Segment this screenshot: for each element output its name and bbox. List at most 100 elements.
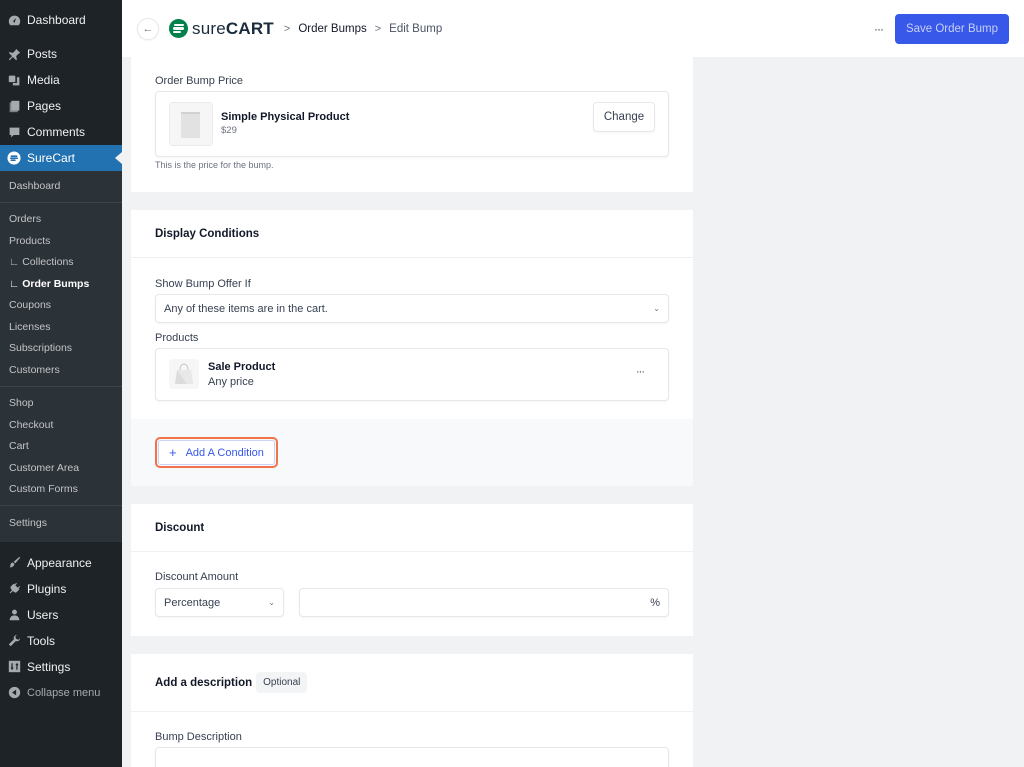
settings-icon	[7, 660, 21, 674]
sidebar-item-posts[interactable]: Posts	[0, 41, 122, 67]
collapse-menu-button[interactable]: Collapse menu	[0, 680, 122, 706]
sidebar-item-label: Media	[27, 73, 60, 87]
order-bump-price-label: Order Bump Price	[155, 75, 244, 87]
sidebar-item-users[interactable]: Users	[0, 602, 122, 628]
logo-text: sureCART	[192, 18, 274, 38]
products-label: Products	[155, 332, 199, 344]
submenu-divider	[0, 201, 122, 203]
bump-description-input[interactable]	[155, 747, 669, 767]
product-price: $29	[221, 125, 237, 136]
discount-amount-input[interactable]: %	[299, 588, 669, 617]
discount-title: Discount	[131, 504, 693, 552]
discount-type-value: Percentage	[164, 596, 221, 609]
sidebar-item-label: Appearance	[27, 555, 92, 570]
submenu-dashboard[interactable]: Dashboard	[0, 175, 122, 197]
discount-card: Discount Discount Amount Percentage ⌄ %	[131, 504, 693, 636]
product-list-item: Sale Product Any price ···	[155, 348, 669, 401]
chevron-right-icon: >	[283, 22, 291, 35]
discount-amount-label: Discount Amount	[155, 571, 239, 583]
sidebar-item-label: Users	[27, 607, 59, 622]
submenu-divider	[0, 505, 122, 506]
submenu-order-bumps[interactable]: ∟ Order Bumps	[0, 273, 122, 295]
sidebar-item-label: Plugins	[27, 581, 67, 596]
submenu-orders[interactable]: Orders	[0, 209, 122, 231]
save-order-bump-button[interactable]: Save Order Bump	[894, 13, 1009, 44]
sidebar-item-label: SureCart	[27, 151, 76, 165]
submenu-subscriptions[interactable]: Subscriptions	[0, 338, 122, 360]
condition-product-price: Any price	[208, 376, 254, 388]
submenu-cart[interactable]: Cart	[0, 436, 122, 458]
sidebar-item-pages[interactable]: Pages	[0, 93, 122, 119]
percent-suffix: %	[650, 596, 660, 609]
show-if-value: Any of these items are in the cart.	[164, 302, 328, 315]
submenu-customer-area[interactable]: Customer Area	[0, 457, 122, 479]
description-card: Add a description Optional Bump Descript…	[131, 654, 693, 767]
add-condition-label: Add A Condition	[185, 446, 264, 459]
submenu-collections[interactable]: ∟ Collections	[0, 252, 122, 274]
sidebar-item-surecart[interactable]: SureCart	[0, 145, 122, 171]
submenu-coupons[interactable]: Coupons	[0, 295, 122, 317]
sidebar-item-label: Settings	[27, 659, 71, 674]
conditions-footer: + Add A Condition	[131, 419, 693, 486]
sidebar-item-comments[interactable]: Comments	[0, 119, 122, 145]
surecart-icon	[7, 151, 21, 165]
description-title: Add a description	[155, 676, 253, 689]
sidebar-item-plugins[interactable]: Plugins	[0, 576, 122, 602]
add-condition-button-focus-ring: + Add A Condition	[155, 437, 278, 468]
arrow-left-icon: ←	[142, 22, 154, 35]
submenu-checkout[interactable]: Checkout	[0, 414, 122, 436]
product-thumbnail	[169, 102, 213, 146]
submenu-divider	[0, 385, 122, 387]
more-options-button[interactable]: ···	[874, 22, 884, 36]
sidebar-item-settings[interactable]: Settings	[0, 654, 122, 680]
user-icon	[7, 608, 21, 622]
back-button[interactable]: ←	[137, 17, 159, 40]
sidebar-item-label: Pages	[27, 99, 62, 113]
price-help-text: This is the price for the bump.	[155, 160, 274, 170]
collapse-menu-label: Collapse menu	[27, 686, 101, 699]
product-options-button[interactable]: ···	[636, 366, 645, 378]
bump-description-label: Bump Description	[155, 731, 242, 743]
surecart-logo[interactable]: sureCART	[169, 19, 274, 39]
submenu-settings[interactable]: Settings	[0, 512, 122, 534]
sidebar-item-tools[interactable]: Tools	[0, 628, 122, 654]
submenu-shop[interactable]: Shop	[0, 393, 122, 415]
show-if-label: Show Bump Offer If	[155, 278, 251, 290]
sidebar-item-label: Dashboard	[27, 13, 86, 27]
submenu-products[interactable]: Products	[0, 230, 122, 252]
submenu-licenses[interactable]: Licenses	[0, 316, 122, 338]
pages-icon	[7, 99, 21, 113]
selected-price-box: Simple Physical Product $29 Change	[155, 91, 669, 157]
optional-badge: Optional	[256, 672, 308, 693]
surecart-logo-icon	[169, 19, 188, 38]
breadcrumb-edit-bump: Edit Bump	[389, 22, 443, 35]
comment-icon	[7, 125, 21, 139]
show-if-select[interactable]: Any of these items are in the cart. ⌄	[155, 294, 669, 323]
media-icon	[7, 73, 21, 87]
discount-type-select[interactable]: Percentage ⌄	[155, 588, 284, 617]
breadcrumb-order-bumps[interactable]: Order Bumps	[298, 23, 366, 35]
dashboard-icon	[7, 13, 21, 27]
display-conditions-card: Display Conditions Show Bump Offer If An…	[131, 210, 693, 486]
submenu-custom-forms[interactable]: Custom Forms	[0, 479, 122, 501]
sidebar-item-dashboard[interactable]: Dashboard	[0, 7, 122, 33]
pin-icon	[7, 47, 21, 61]
add-condition-button[interactable]: + Add A Condition	[158, 440, 275, 465]
sidebar-item-media[interactable]: Media	[0, 67, 122, 93]
admin-sidebar: Dashboard Posts Media Pages Comments Sur…	[0, 0, 122, 767]
sidebar-item-label: Tools	[27, 633, 56, 648]
submenu-customers[interactable]: Customers	[0, 359, 122, 381]
sidebar-item-label: Posts	[27, 47, 58, 61]
change-price-button[interactable]: Change	[593, 102, 655, 132]
chevron-down-icon: ⌄	[268, 598, 275, 607]
sidebar-item-appearance[interactable]: Appearance	[0, 550, 122, 576]
brush-icon	[7, 556, 21, 570]
wrench-icon	[7, 634, 21, 648]
condition-product-name: Sale Product	[208, 361, 276, 373]
description-header: Add a description Optional	[131, 654, 693, 712]
plus-icon: +	[169, 445, 177, 460]
chevron-down-icon: ⌄	[653, 304, 660, 313]
chevron-right-icon: >	[374, 22, 382, 35]
display-conditions-title: Display Conditions	[131, 210, 693, 258]
surecart-submenu: Dashboard Orders Products ∟ Collections …	[0, 171, 122, 542]
